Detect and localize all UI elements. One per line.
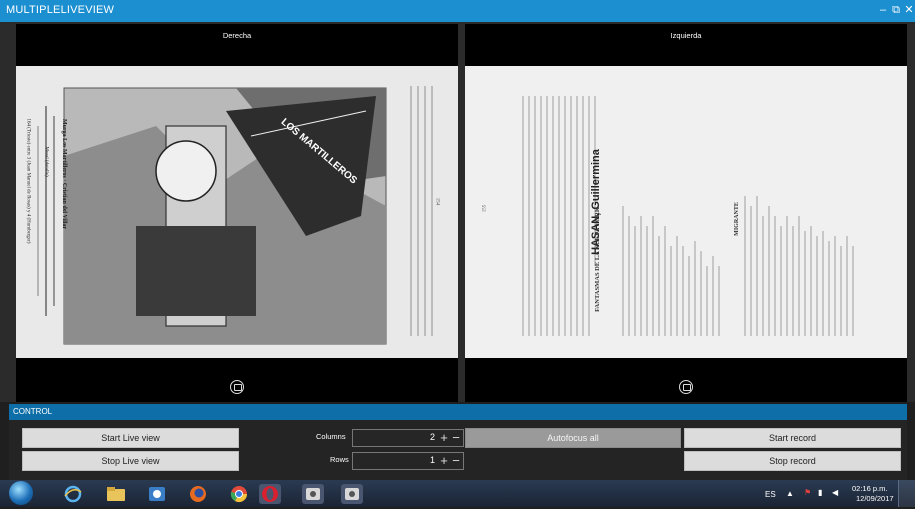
columns-stepper[interactable]: 2 + −: [352, 429, 464, 447]
scanned-page-image: HASAN, Guillermina FANTASMAS DE LA NUEVA…: [465, 66, 907, 358]
camera-app-icon[interactable]: [341, 484, 363, 504]
camera-snapshot-icon[interactable]: [230, 380, 244, 394]
plus-icon[interactable]: +: [438, 453, 450, 469]
page-number-right: 155: [482, 204, 488, 213]
book-text-graphic: [465, 66, 907, 358]
clock-date[interactable]: 12/09/2017: [856, 494, 894, 503]
poem-title-2: MIGRANTE: [733, 202, 740, 236]
window-title: MULTIPLELIVEVIEW: [6, 4, 115, 16]
clock-time[interactable]: 02:16 p.m.: [852, 484, 887, 493]
start-record-button[interactable]: Start record: [684, 428, 901, 448]
explorer-icon[interactable]: [105, 484, 127, 504]
network-icon[interactable]: ▮: [818, 488, 822, 497]
title-bar: MULTIPLELIVEVIEW – ⧉ ✕: [0, 0, 915, 22]
restore-button[interactable]: ⧉: [889, 3, 903, 17]
volume-icon[interactable]: ◀: [832, 488, 838, 497]
taskbar: ES ▲ ⚑ ▮ ◀ 02:16 p.m. 12/09/2017: [0, 480, 915, 507]
caption-line-1: Murga Los Martilleros · Cristian del Vil…: [61, 119, 67, 230]
opera-icon[interactable]: [259, 484, 281, 504]
page-number-left: 154: [434, 197, 440, 206]
minimize-button[interactable]: –: [876, 3, 890, 17]
start-live-view-button[interactable]: Start Live view: [22, 428, 239, 448]
minus-icon[interactable]: −: [450, 453, 462, 469]
rows-value: 1: [429, 455, 435, 465]
caption-line-3: Mural (detalle): [43, 146, 49, 177]
stop-record-button[interactable]: Stop record: [684, 451, 901, 471]
close-button[interactable]: ✕: [902, 3, 915, 17]
caption-line-2: 164 (Trieste) entre 3 (Juan Manuel de Ro…: [25, 118, 31, 244]
tray-arrow-icon[interactable]: ▲: [786, 489, 794, 498]
control-title: CONTROL: [13, 407, 53, 416]
plus-icon[interactable]: +: [438, 430, 450, 446]
rows-stepper[interactable]: 1 + −: [352, 452, 464, 470]
camera-snapshot-icon[interactable]: [679, 380, 693, 394]
minus-icon[interactable]: −: [450, 430, 462, 446]
flag-icon[interactable]: ⚑: [804, 488, 811, 497]
control-panel: CONTROL Start Live view Stop Live view C…: [9, 404, 907, 480]
control-body: Start Live view Stop Live view Columns 2…: [9, 420, 907, 480]
windows-start-icon[interactable]: [9, 481, 33, 505]
ie-icon[interactable]: [62, 484, 84, 504]
media-icon[interactable]: [146, 484, 168, 504]
firefox-icon[interactable]: [187, 484, 209, 504]
show-desktop-button[interactable]: [898, 480, 915, 507]
view-label: Derecha: [222, 31, 252, 40]
camera-app-icon[interactable]: [302, 484, 324, 504]
live-view-izquierda[interactable]: Izquierda HASAN, Guillermina FANTASMAS D…: [465, 24, 907, 402]
scanned-page-image: LOS MARTILLEROS Murga Los Martilleros · …: [16, 66, 458, 358]
live-view-derecha[interactable]: Derecha LOS MARTILLEROS Murga Los Martil…: [16, 24, 458, 402]
rows-label: Rows: [330, 455, 349, 464]
columns-value: 2: [429, 432, 435, 442]
stop-live-view-button[interactable]: Stop Live view: [22, 451, 239, 471]
columns-label: Columns: [316, 432, 346, 441]
chrome-icon[interactable]: [228, 484, 250, 504]
language-indicator[interactable]: ES: [765, 490, 776, 499]
poem-title: FANTASMAS DE LA NUEVA YORK: [593, 207, 601, 312]
book-page-graphic: [16, 66, 458, 358]
view-label: Izquierda: [670, 31, 702, 40]
autofocus-all-button[interactable]: Autofocus all: [465, 428, 681, 448]
